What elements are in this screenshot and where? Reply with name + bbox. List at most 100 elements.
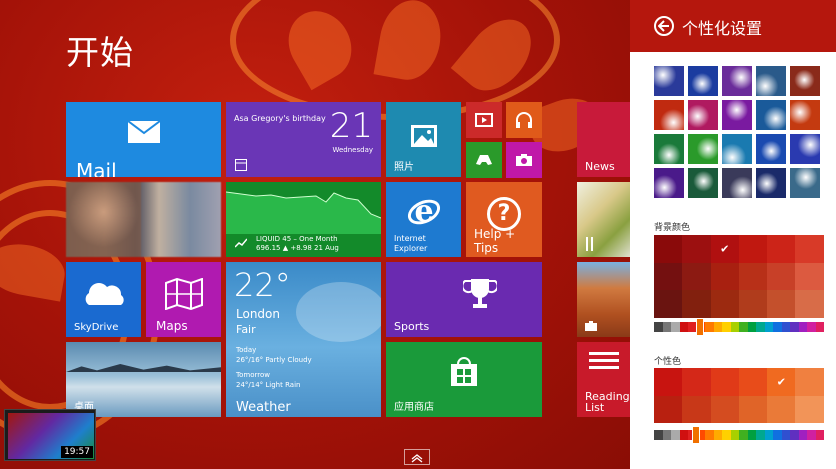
accent-color-swatch[interactable] bbox=[738, 395, 768, 424]
hue-segment bbox=[815, 430, 824, 440]
background-color-swatch[interactable]: ✔ bbox=[710, 235, 739, 263]
camera-tile[interactable] bbox=[506, 142, 542, 178]
background-hue-slider[interactable] bbox=[654, 322, 824, 332]
pattern-option[interactable] bbox=[790, 168, 820, 198]
background-color-swatch[interactable] bbox=[738, 262, 768, 291]
pattern-option[interactable] bbox=[688, 100, 718, 130]
hue-segment bbox=[773, 430, 782, 440]
background-hue-thumb[interactable] bbox=[696, 318, 704, 336]
accent-color-swatch[interactable] bbox=[654, 395, 683, 424]
hue-segment bbox=[739, 322, 748, 332]
background-color-swatch[interactable] bbox=[710, 290, 739, 319]
video-tile[interactable] bbox=[466, 102, 502, 138]
background-color-swatch[interactable] bbox=[710, 262, 739, 291]
skydrive-label: SkyDrive bbox=[74, 322, 119, 333]
accent-color-swatch[interactable] bbox=[710, 368, 739, 396]
help-tips-tile[interactable]: ? Help + Tips bbox=[466, 182, 542, 257]
reading-list-tile[interactable]: Reading List bbox=[577, 342, 630, 417]
pattern-option[interactable] bbox=[688, 168, 718, 198]
hue-segment bbox=[781, 322, 790, 332]
pattern-option[interactable] bbox=[756, 134, 786, 164]
pattern-option[interactable] bbox=[722, 66, 752, 96]
background-color-swatch[interactable] bbox=[767, 262, 796, 291]
music-tile[interactable] bbox=[506, 102, 542, 138]
pattern-option[interactable] bbox=[654, 134, 684, 164]
sports-tile[interactable]: Sports bbox=[386, 262, 542, 337]
pattern-option[interactable] bbox=[756, 66, 786, 96]
pattern-option[interactable] bbox=[790, 66, 820, 96]
pattern-option[interactable] bbox=[756, 168, 786, 198]
pattern-option[interactable] bbox=[688, 66, 718, 96]
hue-segment bbox=[739, 430, 748, 440]
back-button[interactable] bbox=[654, 16, 674, 36]
travel-tile[interactable] bbox=[577, 262, 630, 337]
pattern-option[interactable] bbox=[790, 100, 820, 130]
weather-condition: Fair bbox=[236, 323, 256, 336]
accent-hue-thumb[interactable] bbox=[692, 426, 700, 444]
accent-color-swatch[interactable] bbox=[767, 395, 796, 424]
background-color-swatch[interactable] bbox=[795, 290, 824, 319]
accent-color-label: 个性色 bbox=[654, 357, 682, 367]
pattern-option[interactable] bbox=[654, 100, 684, 130]
finance-chart bbox=[226, 191, 381, 234]
people-photo bbox=[66, 182, 141, 257]
video-thumbnail[interactable]: 19:57 bbox=[4, 409, 96, 461]
finance-tile[interactable]: LIQUID 45 – One Month 696.15 ▲ +8.98 21 … bbox=[226, 182, 381, 257]
pattern-option[interactable] bbox=[756, 100, 786, 130]
start-screen: 开始 Mail Asa Gregory's birthday 21 Wednes… bbox=[0, 0, 630, 469]
accent-color-swatch[interactable] bbox=[795, 395, 824, 424]
hue-segment bbox=[722, 430, 731, 440]
background-color-swatch[interactable] bbox=[738, 290, 768, 319]
food-tile[interactable] bbox=[577, 182, 630, 257]
photos-tile[interactable]: 照片 bbox=[386, 102, 461, 177]
ie-label-line2: Explorer bbox=[394, 244, 428, 253]
accent-color-swatch[interactable] bbox=[710, 395, 739, 424]
internet-explorer-tile[interactable]: e Internet Explorer bbox=[386, 182, 461, 257]
accent-color-swatch[interactable] bbox=[682, 368, 711, 396]
store-label: 应用商店 bbox=[394, 402, 434, 413]
weather-label: Weather bbox=[236, 400, 291, 415]
start-title: 开始 bbox=[66, 33, 134, 72]
background-color-swatch[interactable] bbox=[738, 235, 768, 263]
games-tile[interactable] bbox=[466, 142, 502, 178]
pane-title: 个性化设置 bbox=[682, 19, 763, 38]
pattern-option[interactable] bbox=[722, 100, 752, 130]
desktop-tile[interactable]: 桌面 bbox=[66, 342, 221, 417]
background-color-swatch[interactable] bbox=[767, 290, 796, 319]
pane-header: 个性化设置 bbox=[630, 0, 836, 52]
maps-tile[interactable]: Maps bbox=[146, 262, 221, 337]
pattern-option[interactable] bbox=[722, 168, 752, 198]
weather-tile[interactable]: 22° London Fair Today 26°/16° Partly Clo… bbox=[226, 262, 381, 417]
pattern-option[interactable] bbox=[790, 134, 820, 164]
hue-segment bbox=[815, 322, 824, 332]
hue-segment bbox=[679, 322, 688, 332]
skydrive-tile[interactable]: SkyDrive bbox=[66, 262, 141, 337]
news-tile[interactable]: News bbox=[577, 102, 630, 177]
background-color-swatch[interactable] bbox=[767, 235, 796, 263]
checkmark-icon: ✔ bbox=[776, 375, 786, 389]
background-color-swatch[interactable] bbox=[654, 290, 683, 319]
background-color-swatch[interactable] bbox=[682, 235, 711, 263]
accent-color-swatch[interactable]: ✔ bbox=[767, 368, 796, 396]
pattern-option[interactable] bbox=[654, 66, 684, 96]
accent-color-swatch[interactable] bbox=[795, 368, 824, 396]
pattern-option[interactable] bbox=[688, 134, 718, 164]
accent-color-swatch[interactable] bbox=[738, 368, 768, 396]
accent-color-swatch[interactable] bbox=[654, 368, 683, 396]
calendar-tile[interactable]: Asa Gregory's birthday 21 Wednesday bbox=[226, 102, 381, 177]
hue-segment bbox=[764, 322, 773, 332]
pattern-option[interactable] bbox=[654, 168, 684, 198]
people-tile[interactable] bbox=[66, 182, 221, 257]
background-color-swatch[interactable] bbox=[795, 262, 824, 291]
background-color-swatch[interactable] bbox=[654, 235, 683, 263]
scroll-up-button[interactable] bbox=[404, 449, 430, 465]
store-tile[interactable]: 应用商店 bbox=[386, 342, 542, 417]
mail-tile[interactable]: Mail bbox=[66, 102, 221, 177]
accent-hue-slider[interactable] bbox=[654, 430, 824, 440]
background-color-swatch[interactable] bbox=[682, 262, 711, 291]
background-color-swatch[interactable] bbox=[795, 235, 824, 263]
pattern-option[interactable] bbox=[722, 134, 752, 164]
accent-color-swatch[interactable] bbox=[682, 395, 711, 424]
background-color-swatch[interactable] bbox=[654, 262, 683, 291]
background-color-swatch[interactable] bbox=[682, 290, 711, 319]
